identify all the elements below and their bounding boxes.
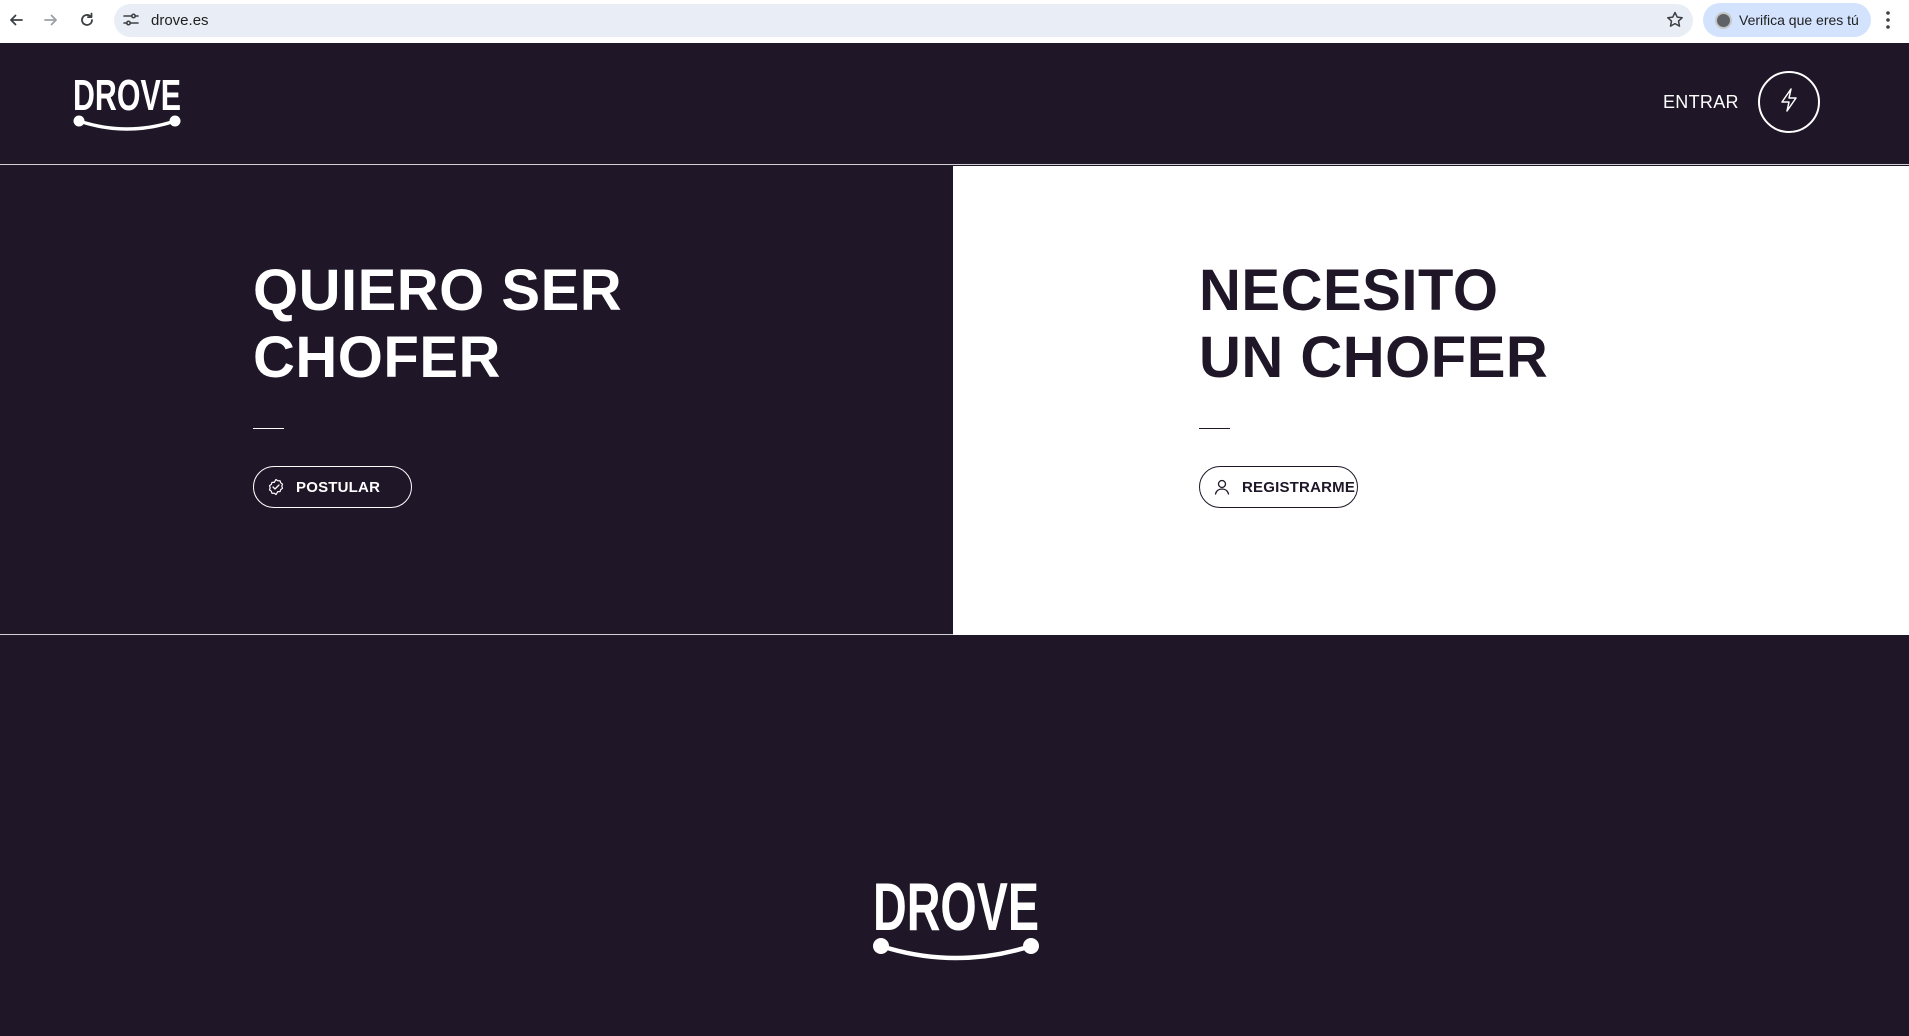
address-bar[interactable]: drove.es <box>114 4 1693 37</box>
client-title-line2: UN CHOFER <box>1199 325 1549 390</box>
profile-chip-label: Verifica que eres tú <box>1739 12 1859 28</box>
back-arrow-icon[interactable] <box>4 8 28 32</box>
site-header: DROVE ENTRAR <box>0 43 1909 165</box>
client-divider <box>1199 428 1230 429</box>
apply-button-label: POSTULAR <box>296 478 381 496</box>
url-text: drove.es <box>151 12 209 29</box>
driver-title-line1: QUIERO SER <box>253 258 623 323</box>
footer-logo[interactable]: DROVE <box>870 872 1042 968</box>
client-panel-title: NECESITO UN CHOFER <box>1199 257 1548 391</box>
client-panel: NECESITO UN CHOFER REGISTRARME <box>953 166 1909 635</box>
reload-icon[interactable] <box>75 8 99 32</box>
footer-logo-text: DROVE <box>873 872 1039 945</box>
apply-button[interactable]: POSTULAR <box>253 466 412 508</box>
client-title-line1: NECESITO <box>1199 258 1499 323</box>
profile-avatar-icon <box>1715 12 1732 29</box>
user-icon <box>1213 478 1231 496</box>
cta-bolt-button[interactable] <box>1758 71 1820 133</box>
driver-panel: QUIERO SER CHOFER POSTULAR <box>0 166 953 635</box>
tune-icon[interactable] <box>122 11 140 29</box>
site-footer: DROVE <box>0 636 1909 1036</box>
header-logo[interactable]: DROVE <box>71 73 183 135</box>
header-logo-text: DROVE <box>73 73 181 120</box>
driver-title-line2: CHOFER <box>253 325 501 390</box>
profile-chip[interactable]: Verifica que eres tú <box>1703 3 1871 37</box>
driver-divider <box>253 428 284 429</box>
check-badge-icon <box>267 478 285 496</box>
register-button[interactable]: REGISTRARME <box>1199 466 1358 508</box>
forward-arrow-icon[interactable] <box>39 8 63 32</box>
login-link[interactable]: ENTRAR <box>1663 92 1739 113</box>
kebab-menu-icon[interactable] <box>1884 9 1892 31</box>
bolt-icon <box>1777 87 1801 118</box>
driver-panel-title: QUIERO SER CHOFER <box>253 257 622 391</box>
browser-toolbar: drove.es Verifica que eres tú <box>0 0 1909 43</box>
register-button-label: REGISTRARME <box>1242 478 1356 496</box>
star-icon[interactable] <box>1665 10 1685 30</box>
